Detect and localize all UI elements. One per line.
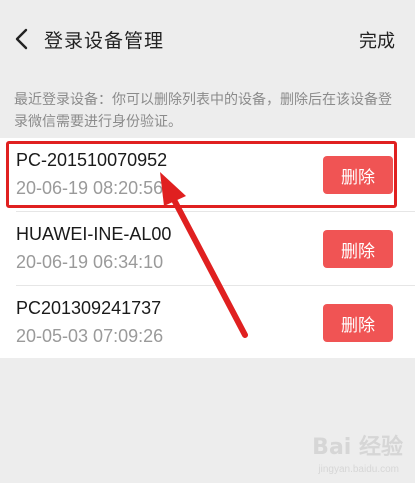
- device-name: PC-201510070952: [16, 150, 168, 170]
- list-item: HUAWEI-INE-AL00 20-06-19 06:34:10 删除: [0, 212, 415, 284]
- watermark-subtext: jingyan.baidu.com: [318, 464, 399, 475]
- delete-button[interactable]: 删除: [323, 230, 393, 268]
- list-item: PC201309241737 20-05-03 07:09:26 删除: [0, 286, 415, 358]
- page-title: 登录设备管理: [44, 30, 165, 52]
- device-name: HUAWEI-INE-AL00: [16, 224, 172, 244]
- device-list: PC-201510070952 20-06-19 08:20:56 删除 HUA…: [0, 138, 415, 358]
- back-button[interactable]: [8, 22, 34, 56]
- watermark-text: Bai 经验: [312, 435, 403, 460]
- device-login-time: 20-05-03 07:09:26: [16, 326, 164, 346]
- watermark: Bai 经验: [312, 429, 403, 461]
- delete-button[interactable]: 删除: [323, 156, 393, 194]
- device-login-time: 20-06-19 08:20:56: [16, 178, 164, 198]
- delete-button[interactable]: 删除: [323, 304, 393, 342]
- notice-text: 最近登录设备：你可以删除列表中的设备，删除后在该设备登录微信需要进行身份验证。: [14, 92, 392, 130]
- list-item: PC-201510070952 20-06-19 08:20:56 删除: [0, 138, 415, 210]
- done-button[interactable]: 完成: [359, 27, 395, 53]
- device-name: PC201309241737: [16, 298, 162, 318]
- nav-bar: 登录设备管理 完成: [0, 0, 415, 80]
- device-login-time: 20-06-19 06:34:10: [16, 252, 164, 272]
- chevron-left-icon: [15, 28, 28, 50]
